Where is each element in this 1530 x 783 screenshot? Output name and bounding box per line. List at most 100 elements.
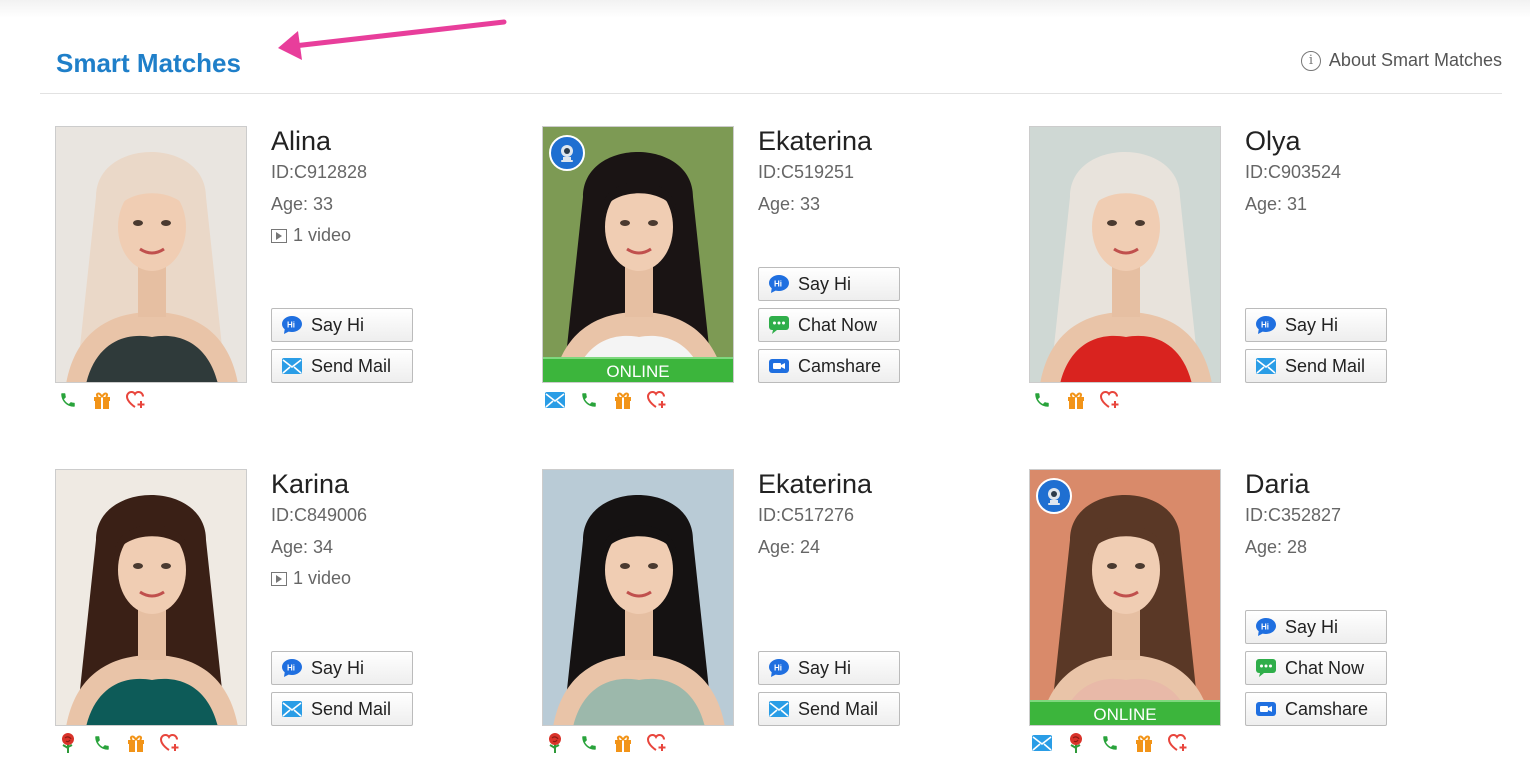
say-hi-button[interactable]: Hi Say Hi xyxy=(271,651,413,685)
heart-plus-icon[interactable] xyxy=(1099,389,1121,411)
send-mail-label: Send Mail xyxy=(798,698,879,719)
heart-plus-icon[interactable] xyxy=(159,732,181,754)
top-shadow xyxy=(0,0,1530,18)
say-hi-button[interactable]: Hi Say Hi xyxy=(758,267,900,301)
profile-photo[interactable]: ONLINE xyxy=(542,126,734,383)
profile-name[interactable]: Ekaterina xyxy=(758,469,872,500)
heart-plus-icon[interactable] xyxy=(646,389,668,411)
chat-now-label: Chat Now xyxy=(1285,657,1365,678)
profile-age: Age: 31 xyxy=(1245,194,1308,214)
profile-photo[interactable] xyxy=(1029,126,1221,383)
say-hi-label: Say Hi xyxy=(311,314,365,335)
send-mail-icon xyxy=(281,699,303,719)
gift-icon[interactable] xyxy=(91,389,113,411)
profile-age: Age: 28 xyxy=(1245,537,1308,557)
say-hi-button[interactable]: Hi Say Hi xyxy=(1245,610,1387,644)
action-icons xyxy=(544,389,668,411)
svg-text:Hi: Hi xyxy=(1261,623,1269,632)
say-hi-label: Say Hi xyxy=(798,273,852,294)
phone-icon[interactable] xyxy=(57,389,79,411)
send-mail-button[interactable]: Send Mail xyxy=(758,692,900,726)
chat-now-button[interactable]: Chat Now xyxy=(758,308,900,342)
profile-name[interactable]: Olya xyxy=(1245,126,1301,157)
webcam-icon xyxy=(549,135,585,171)
send-mail-button[interactable]: Send Mail xyxy=(271,692,413,726)
profile-card: Alina ID:C912828 Age: 33 1 video Hi Say Hi … xyxy=(55,126,515,426)
send-mail-button[interactable]: Send Mail xyxy=(1245,349,1387,383)
section-header: Smart Matches i About Smart Matches xyxy=(40,40,1502,94)
profile-name[interactable]: Daria xyxy=(1245,469,1310,500)
info-icon: i xyxy=(1300,50,1321,71)
say-hi-button[interactable]: Hi Say Hi xyxy=(758,651,900,685)
rose-icon[interactable] xyxy=(57,732,79,754)
heart-plus-icon[interactable] xyxy=(1167,732,1189,754)
profile-id: ID:C903524 xyxy=(1245,162,1342,182)
profile-card: Karina ID:C849006 Age: 34 1 video Hi Say Hi… xyxy=(55,469,515,769)
profile-name[interactable]: Karina xyxy=(271,469,349,500)
action-icons xyxy=(57,732,181,754)
profile-photo[interactable] xyxy=(542,469,734,726)
video-count: 1 video xyxy=(293,568,352,588)
say-hi-button[interactable]: Hi Say Hi xyxy=(1245,308,1387,342)
heart-plus-icon[interactable] xyxy=(125,389,147,411)
gift-icon[interactable] xyxy=(1133,732,1155,754)
gift-icon[interactable] xyxy=(125,732,147,754)
profile-card: Ekaterina ID:C517276 Age: 24 Hi Say Hi Sen… xyxy=(542,469,1002,769)
video-link[interactable]: 1 video xyxy=(271,225,351,246)
profile-id: ID:C849006 xyxy=(271,505,368,525)
profile-age: Age: 34 xyxy=(271,537,334,557)
camshare-label: Camshare xyxy=(798,355,882,376)
gift-icon[interactable] xyxy=(1065,389,1087,411)
phone-icon[interactable] xyxy=(578,732,600,754)
phone-icon[interactable] xyxy=(1031,389,1053,411)
video-link[interactable]: 1 video xyxy=(271,568,351,589)
online-badge: ONLINE xyxy=(543,357,733,382)
phone-icon[interactable] xyxy=(578,389,600,411)
gift-icon[interactable] xyxy=(612,732,634,754)
say-hi-icon: Hi xyxy=(768,274,790,294)
say-hi-button[interactable]: Hi Say Hi xyxy=(271,308,413,342)
say-hi-label: Say Hi xyxy=(311,657,365,678)
profile-photo[interactable] xyxy=(55,469,247,726)
rose-icon[interactable] xyxy=(1065,732,1087,754)
svg-text:Hi: Hi xyxy=(774,664,782,673)
video-count: 1 video xyxy=(293,225,352,245)
webcam-icon xyxy=(1036,478,1072,514)
rose-icon[interactable] xyxy=(544,732,566,754)
send-mail-button[interactable]: Send Mail xyxy=(271,349,413,383)
phone-icon[interactable] xyxy=(1099,732,1121,754)
profile-card: Olya ID:C903524 Age: 31 Hi Say Hi Send Mai… xyxy=(1029,126,1489,426)
svg-text:Hi: Hi xyxy=(287,664,295,673)
profile-age: Age: 33 xyxy=(758,194,821,214)
profile-name[interactable]: Ekaterina xyxy=(758,126,872,157)
svg-text:Hi: Hi xyxy=(1261,321,1269,330)
camshare-button[interactable]: Camshare xyxy=(758,349,900,383)
gift-icon[interactable] xyxy=(612,389,634,411)
action-icons xyxy=(544,732,668,754)
camshare-button[interactable]: Camshare xyxy=(1245,692,1387,726)
about-smart-matches-link[interactable]: i About Smart Matches xyxy=(1300,50,1502,71)
chat-now-button[interactable]: Chat Now xyxy=(1245,651,1387,685)
say-hi-icon: Hi xyxy=(281,315,303,335)
phone-icon[interactable] xyxy=(91,732,113,754)
profile-name[interactable]: Alina xyxy=(271,126,331,157)
camshare-label: Camshare xyxy=(1285,698,1369,719)
profile-id: ID:C352827 xyxy=(1245,505,1342,525)
say-hi-label: Say Hi xyxy=(798,657,852,678)
online-badge: ONLINE xyxy=(1030,700,1220,725)
say-hi-label: Say Hi xyxy=(1285,616,1339,637)
profile-id: ID:C517276 xyxy=(758,505,855,525)
action-icons xyxy=(1031,389,1121,411)
profile-photo[interactable]: ONLINE xyxy=(1029,469,1221,726)
action-icons xyxy=(57,389,147,411)
heart-plus-icon[interactable] xyxy=(646,732,668,754)
profile-photo[interactable] xyxy=(55,126,247,383)
mail-icon[interactable] xyxy=(544,389,566,411)
send-mail-icon xyxy=(1255,356,1277,376)
camshare-icon xyxy=(1255,699,1277,719)
svg-text:Hi: Hi xyxy=(774,280,782,289)
chat-now-icon xyxy=(1255,658,1277,678)
send-mail-label: Send Mail xyxy=(311,698,392,719)
profile-card: ONLINE Daria ID:C352827 Age: 28 Hi Say Hi C… xyxy=(1029,469,1489,769)
mail-icon[interactable] xyxy=(1031,732,1053,754)
